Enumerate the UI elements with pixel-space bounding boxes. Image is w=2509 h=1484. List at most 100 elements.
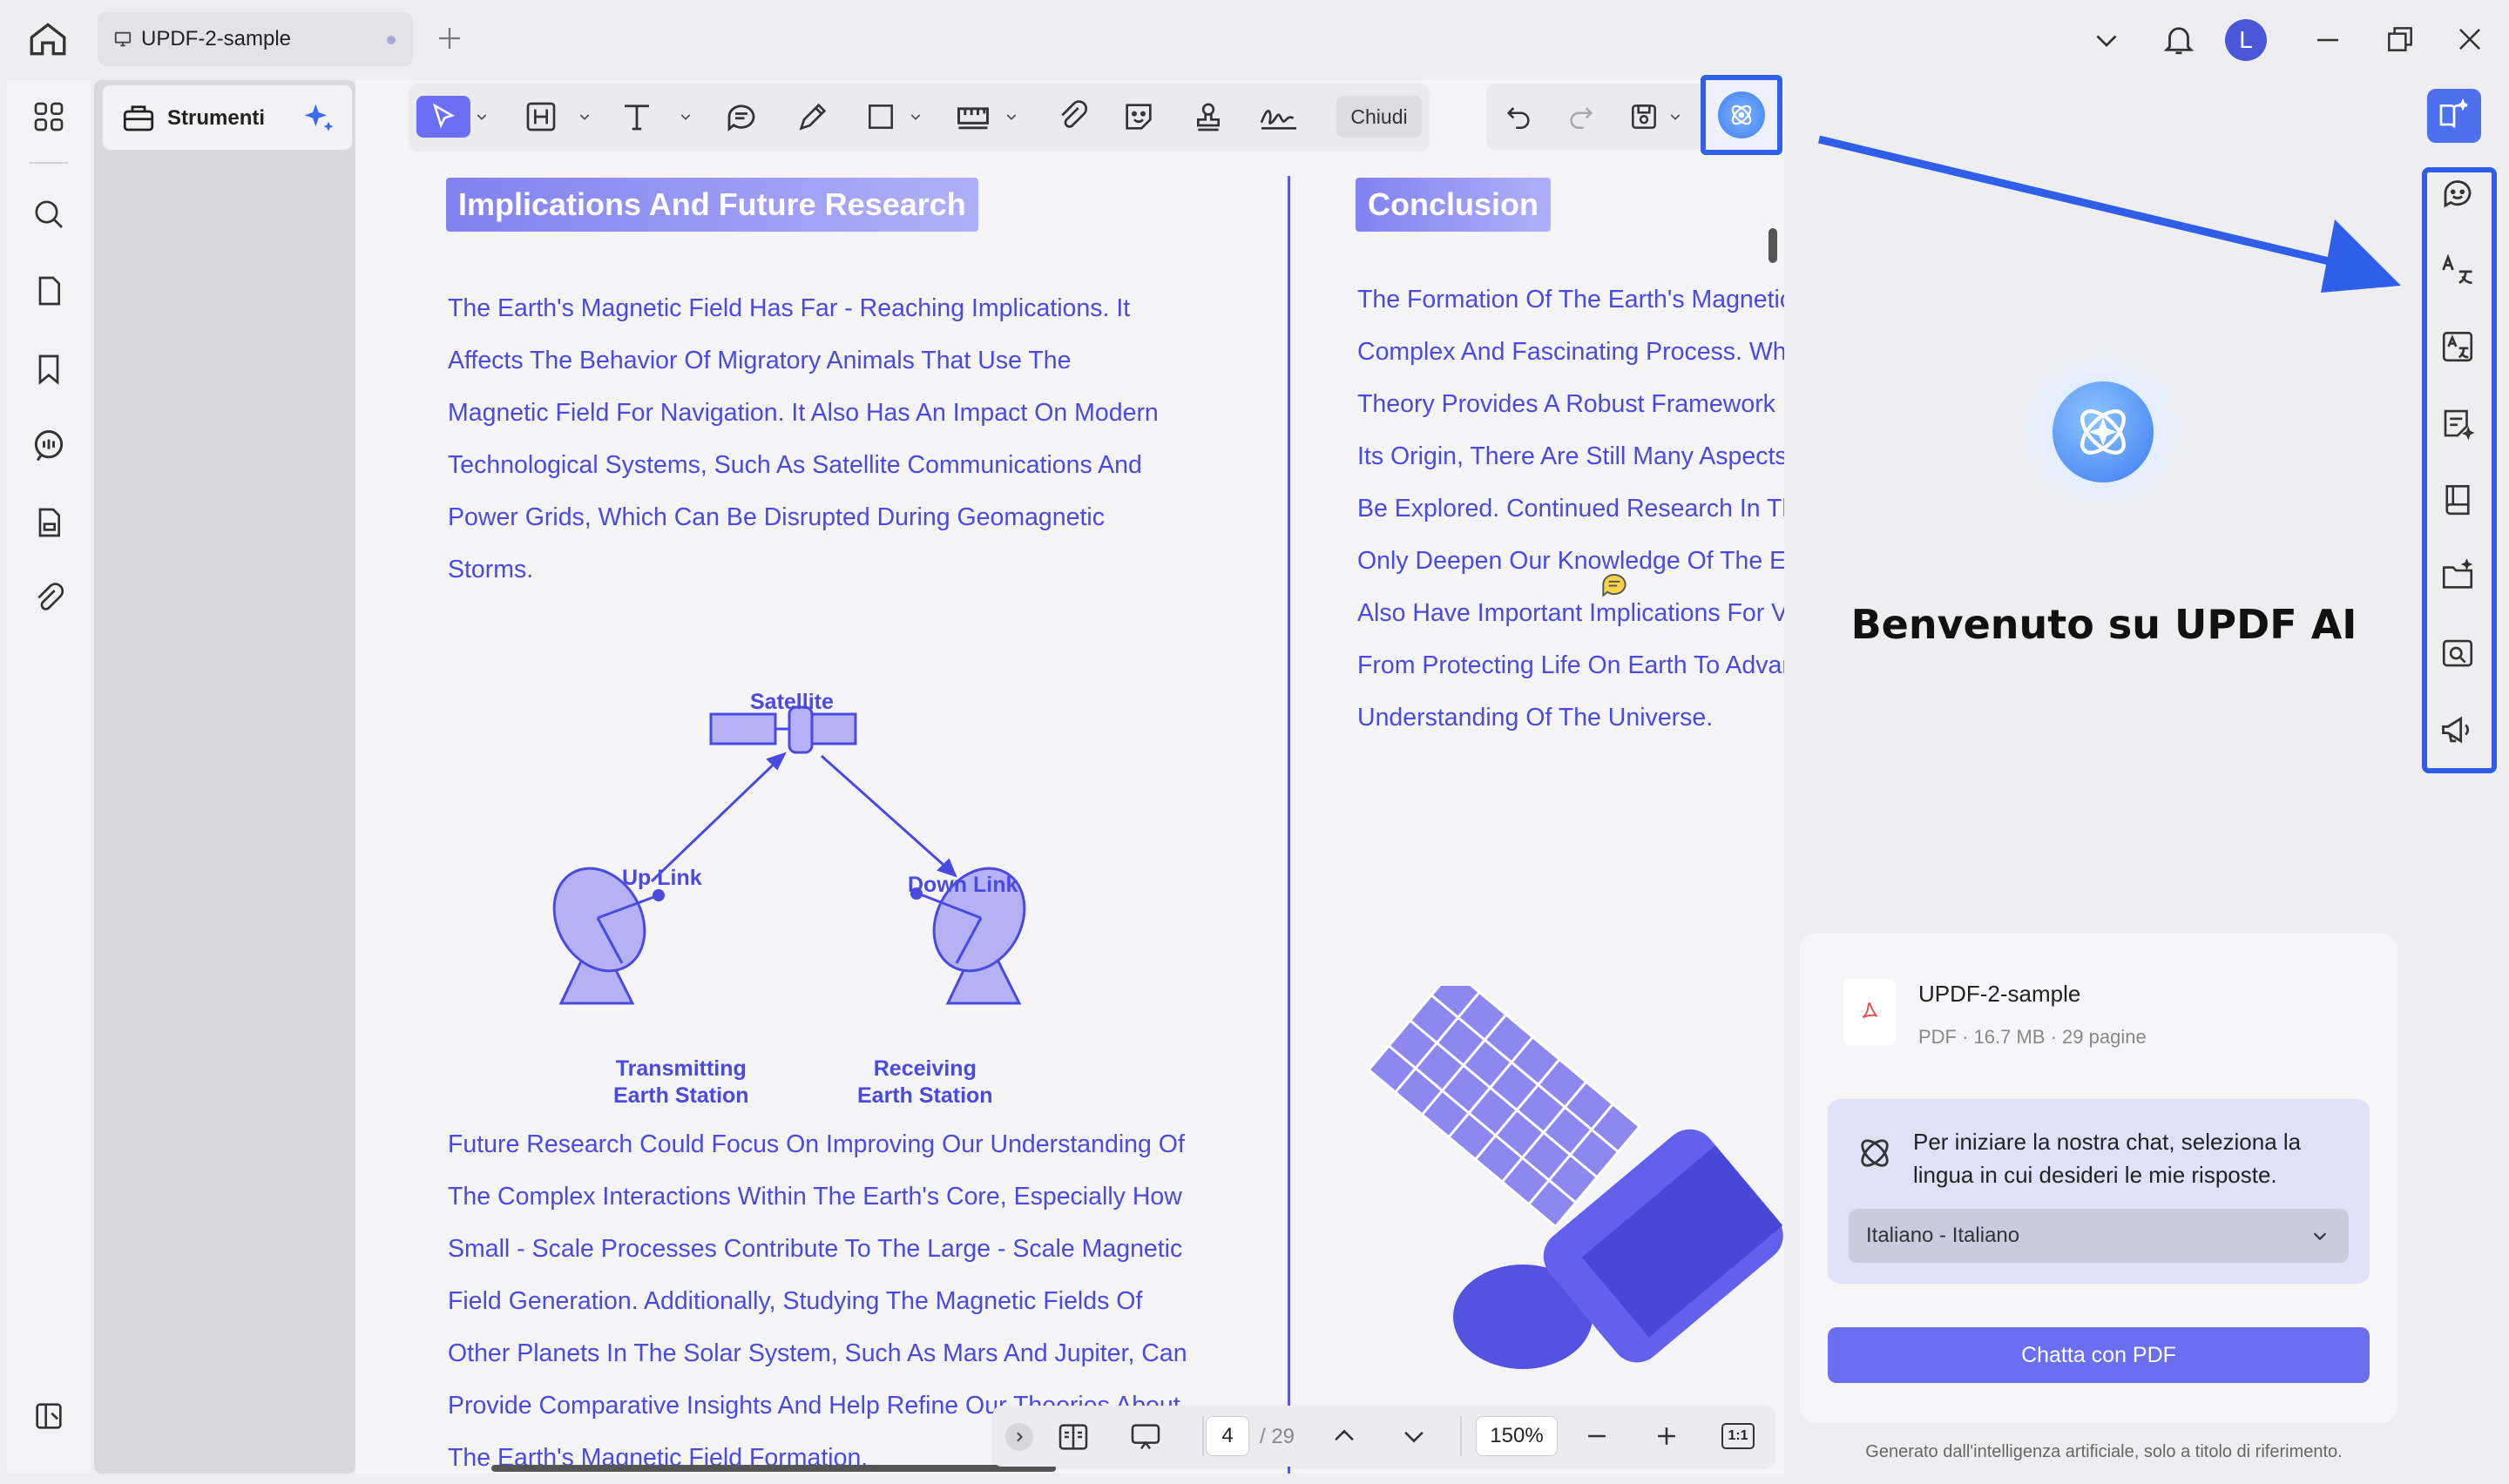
updf-ai-icon [1718, 91, 1765, 138]
sidebar-toggle-icon[interactable] [28, 1395, 70, 1437]
left-rail [7, 80, 91, 1474]
page-icon[interactable] [28, 270, 70, 312]
text-line: Its Origin, There Are Still Many Aspects [1357, 442, 1784, 470]
chevron-down-icon[interactable] [472, 96, 491, 138]
comment-marker-icon[interactable] [1598, 568, 1631, 601]
restore-icon[interactable] [2384, 23, 2417, 56]
label-line: Earth Station [857, 1083, 993, 1108]
rectangle-icon[interactable] [859, 96, 903, 138]
text-line: Future Research Could Focus On Improving… [448, 1130, 1185, 1158]
comment-bubble-icon[interactable] [720, 96, 763, 138]
page-number-input[interactable]: 4 [1206, 1416, 1249, 1456]
save-icon[interactable] [1622, 96, 1666, 138]
home-icon[interactable] [26, 17, 70, 61]
file-name: UPDF-2-sample [1918, 981, 2081, 1007]
comment-icon[interactable] [28, 425, 70, 467]
chevron-down-icon[interactable] [2091, 24, 2122, 56]
text-line: Magnetic Field For Navigation. It Also H… [448, 399, 1159, 427]
reader-icon[interactable] [2435, 477, 2480, 523]
form-icon[interactable] [28, 502, 70, 543]
presentation-icon[interactable] [1127, 1420, 1164, 1454]
tools-panel-header[interactable]: Strumenti [103, 85, 352, 150]
bookmark-icon[interactable] [28, 348, 70, 390]
translate-icon[interactable] [2435, 247, 2480, 293]
measure-icon[interactable] [951, 96, 995, 138]
avatar[interactable]: L [2225, 19, 2267, 61]
label-down-link: Down Link [908, 873, 1018, 897]
summarize-icon[interactable] [2435, 401, 2480, 446]
zoom-level[interactable]: 150% [1476, 1416, 1558, 1456]
language-select[interactable]: Italiano - Italiano [1849, 1209, 2349, 1263]
satellite-illustration [1349, 986, 1784, 1474]
expand-icon[interactable] [1005, 1423, 1033, 1451]
pointer-icon[interactable] [416, 96, 470, 138]
bell-icon[interactable] [2161, 21, 2197, 57]
tools-strip [94, 80, 355, 1474]
heading-icon[interactable] [519, 96, 563, 138]
chevron-down-icon[interactable] [1399, 1421, 1429, 1451]
label-receiving: Receiving Earth Station [857, 1056, 993, 1110]
zoom-out-icon[interactable] [1582, 1421, 1612, 1451]
unsaved-dot [387, 36, 396, 44]
page-layout-icon[interactable] [1056, 1420, 1091, 1454]
search-ai-icon[interactable] [2435, 631, 2480, 676]
text-line: Only Deepen Our Knowledge Of The Ea [1357, 547, 1784, 575]
text-line: Field Generation. Additionally, Studying… [448, 1287, 1143, 1315]
plus-icon[interactable] [434, 23, 465, 54]
chevron-down-icon[interactable] [1002, 96, 1021, 138]
text-line: From Protecting Life On Earth To Advar [1357, 651, 1784, 679]
prompt-line: lingua in cui desideri le mie risposte. [1913, 1162, 2277, 1188]
updf-ai-logo-icon [2053, 381, 2154, 482]
label-line: Transmitting [615, 1056, 747, 1081]
text-line: Be Explored. Continued Research In Th [1357, 495, 1784, 523]
chevron-up-icon[interactable] [1329, 1421, 1359, 1451]
chevron-down-icon[interactable] [575, 96, 594, 138]
document-viewer[interactable]: Implications And Future Research The Ear… [355, 80, 1784, 1474]
chevron-down-icon[interactable] [676, 96, 695, 138]
close-edit-button[interactable]: Chiudi [1336, 96, 1422, 138]
stamp-icon[interactable] [1187, 96, 1230, 138]
apps-icon[interactable] [28, 96, 70, 138]
chevron-down-icon[interactable] [906, 96, 925, 138]
paragraph-implications: The Earth's Magnetic Field Has Far - Rea… [448, 282, 1159, 596]
document-tab[interactable]: UPDF-2-sample [98, 12, 413, 66]
vertical-scrollbar[interactable] [1768, 228, 1777, 263]
sticker-icon[interactable] [1117, 96, 1160, 138]
undo-icon[interactable] [1497, 96, 1540, 138]
section-heading: Conclusion [1356, 178, 1551, 232]
prompt-line: Per iniziare la nostra chat, seleziona l… [1913, 1129, 2302, 1155]
translate-alt-icon[interactable] [2435, 324, 2480, 369]
zoom-in-icon[interactable] [1652, 1421, 1681, 1451]
chat-with-pdf-button[interactable]: Chatta con PDF [1828, 1327, 2370, 1383]
label-line: Earth Station [613, 1083, 749, 1108]
signature-icon[interactable] [1253, 96, 1305, 138]
attachment-icon[interactable] [28, 578, 70, 620]
redo-icon[interactable] [1559, 96, 1603, 138]
conclusion-column: Conclusion The Formation Of The Earth's … [1349, 176, 1784, 1474]
ai-chat-icon [1854, 1132, 1896, 1174]
toolbox-icon [120, 99, 157, 136]
updf-ai-button[interactable] [1701, 75, 1782, 155]
ai-book-icon[interactable] [2427, 89, 2481, 143]
pen-icon[interactable] [791, 96, 835, 138]
text-line: Also Have Important Implications For Va [1357, 599, 1784, 627]
folder-ai-icon[interactable] [2435, 554, 2480, 599]
page-navigation-bar: 4 / 29 150% 1:1 [993, 1406, 1774, 1467]
paragraph-conclusion: The Formation Of The Earth's Magnetic Co… [1357, 273, 1784, 744]
edit-toolbar: Chiudi [409, 84, 1429, 150]
section-heading: Implications And Future Research [446, 178, 978, 232]
minimize-icon[interactable] [2312, 24, 2343, 56]
clip-icon[interactable] [1051, 96, 1094, 138]
megaphone-icon[interactable] [2435, 707, 2480, 752]
chevron-down-icon[interactable] [1666, 96, 1685, 138]
close-icon[interactable] [2453, 23, 2486, 56]
text-line: The Complex Interactions Within The Eart… [448, 1183, 1182, 1211]
ai-sparkle-icon[interactable] [300, 99, 338, 138]
ai-chat-icon[interactable] [2435, 171, 2480, 216]
horizontal-scrollbar[interactable] [491, 1465, 1056, 1472]
text-icon[interactable] [615, 96, 659, 138]
search-icon[interactable] [28, 193, 70, 235]
actual-size-button[interactable]: 1:1 [1721, 1423, 1755, 1449]
satellite-diagram: Satellite Up Link Down Link Transmitting… [504, 637, 1026, 1125]
tools-label: Strumenti [167, 106, 266, 130]
